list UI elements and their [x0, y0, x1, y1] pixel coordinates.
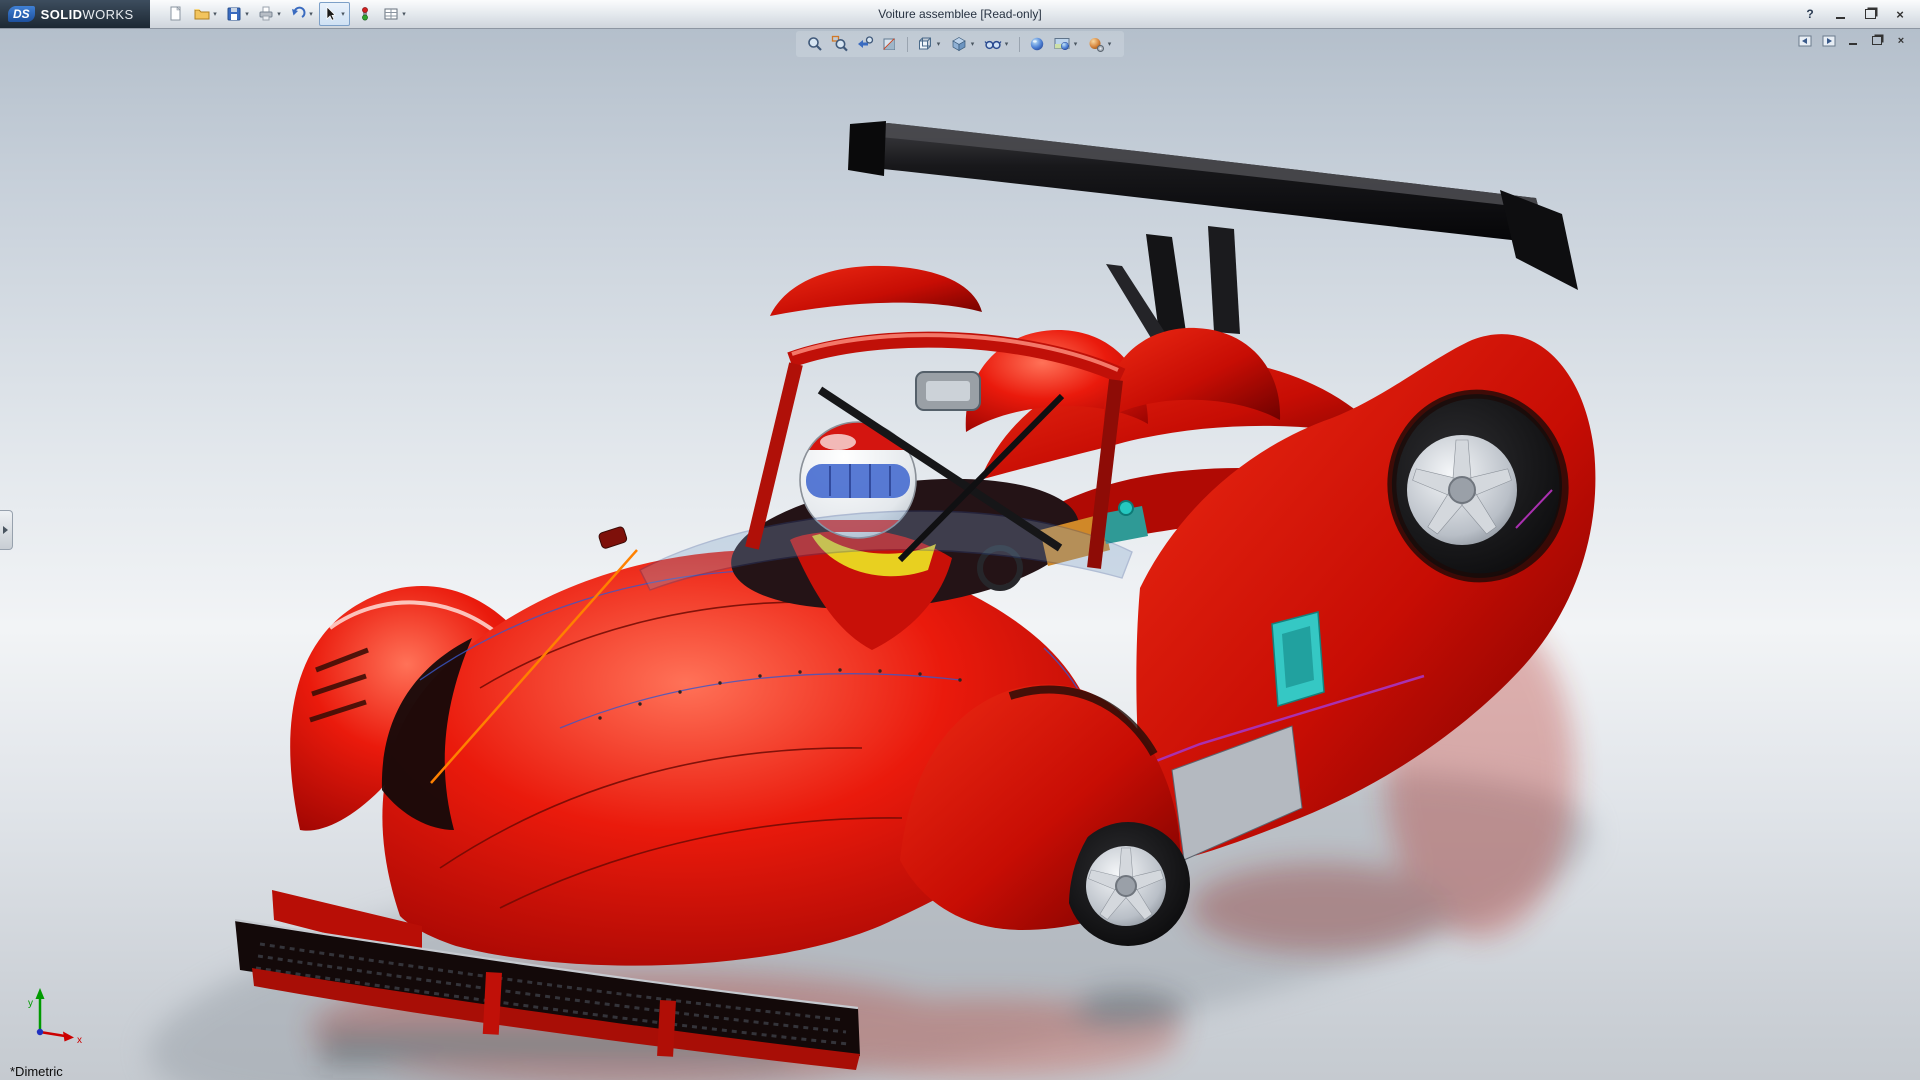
triad-y-label: y [28, 998, 33, 1009]
save-button[interactable]: ▾ [223, 2, 254, 26]
display-style-icon [952, 37, 966, 52]
rebuild-button[interactable] [351, 2, 379, 26]
side-mirror [598, 526, 628, 549]
heads-up-view-toolbar: ▾ ▾ ▾ ▾ ▾ [796, 31, 1124, 57]
triad-x-label: x [77, 1035, 82, 1046]
chevron-down-icon: ▾ [402, 11, 406, 18]
next-window-icon [1822, 35, 1836, 46]
view-orientation-label: *Dimetric [10, 1064, 63, 1079]
solidworks-logo: DS SOLIDWORKS [0, 0, 150, 28]
expand-arrow-icon [3, 526, 12, 534]
options-button[interactable]: ▾ [380, 2, 411, 26]
close-icon: × [1896, 6, 1904, 22]
save-icon [227, 7, 241, 21]
model-scene[interactable]: y x [0, 28, 1920, 1080]
view-settings-icon [1089, 38, 1104, 52]
zoom-to-fit-button[interactable] [803, 33, 827, 55]
select-cursor-icon [326, 6, 336, 21]
close-button[interactable]: × [1888, 5, 1912, 24]
close-icon: × [1897, 34, 1905, 47]
apply-scene-icon [1054, 38, 1070, 51]
window-controls: ? × [1798, 5, 1920, 24]
ds-logo-icon: DS [8, 6, 35, 22]
doc-close-button[interactable]: × [1891, 32, 1911, 49]
undo-button[interactable]: ▾ [287, 2, 318, 26]
section-view-icon [883, 38, 896, 51]
document-window-controls: × [1795, 32, 1911, 49]
new-document-icon [170, 6, 181, 21]
view-orientation-icon [919, 37, 931, 50]
select-button[interactable]: ▾ [318, 2, 350, 26]
rebuild-icon [361, 7, 368, 21]
help-button[interactable]: ? [1798, 5, 1822, 24]
zoom-to-fit-icon [808, 37, 822, 51]
rearview-mirror [915, 371, 981, 411]
zoom-to-area-button[interactable] [828, 33, 852, 55]
chevron-down-icon: ▾ [1107, 41, 1112, 48]
wing-endplate-right [1500, 190, 1578, 290]
chevron-down-icon: ▾ [970, 41, 975, 48]
restore-icon [1864, 9, 1876, 19]
chevron-down-icon: ▾ [277, 11, 281, 18]
title-bar: DS SOLIDWORKS ▾ ▾ ▾ ▾ ▾ ▾ Voiture assemb… [0, 0, 1920, 29]
next-window-button[interactable] [1819, 32, 1839, 49]
brand-name: SOLIDWORKS [40, 6, 134, 22]
previous-view-button[interactable] [853, 33, 877, 55]
chevron-down-icon: ▾ [1004, 41, 1009, 48]
minimize-button[interactable] [1828, 5, 1852, 24]
print-button[interactable]: ▾ [255, 2, 286, 26]
view-settings-button[interactable]: ▾ [1084, 33, 1117, 55]
print-icon [259, 6, 273, 21]
apply-scene-button[interactable]: ▾ [1050, 33, 1083, 55]
toolbar-separator [1019, 36, 1020, 52]
chevron-down-icon: ▾ [936, 41, 941, 48]
doc-minimize-button[interactable] [1843, 32, 1863, 49]
chevron-down-icon: ▾ [245, 11, 249, 18]
hide-show-items-icon [984, 40, 1002, 50]
feature-tree-flyout-tab[interactable] [0, 510, 13, 550]
graphics-area[interactable]: ▾ ▾ ▾ ▾ ▾ × y x *Dimetric [0, 28, 1920, 1080]
toolbar-separator [907, 36, 908, 52]
standard-toolbar: ▾ ▾ ▾ ▾ ▾ ▾ [150, 2, 411, 26]
open-button[interactable]: ▾ [191, 2, 222, 26]
view-orientation-button[interactable]: ▾ [913, 33, 946, 55]
display-style-button[interactable]: ▾ [947, 33, 980, 55]
chevron-down-icon: ▾ [1073, 41, 1078, 48]
doc-restore-button[interactable] [1867, 32, 1887, 49]
previous-window-icon [1798, 35, 1812, 46]
zoom-to-area-icon [831, 35, 848, 52]
open-folder-icon [194, 9, 210, 20]
chevron-down-icon: ▾ [213, 11, 217, 18]
previous-view-icon [858, 36, 874, 48]
minimize-icon [1849, 43, 1857, 45]
hide-show-items-button[interactable]: ▾ [981, 33, 1014, 55]
edit-appearance-button[interactable] [1025, 33, 1049, 55]
undo-icon [291, 6, 306, 18]
options-icon [384, 8, 398, 20]
previous-window-button[interactable] [1795, 32, 1815, 49]
chevron-down-icon: ▾ [309, 11, 313, 18]
section-view-button[interactable] [878, 33, 902, 55]
chevron-down-icon: ▾ [341, 11, 345, 18]
orientation-triad: y x [28, 988, 82, 1046]
wing-endplate-left [848, 121, 886, 176]
restore-icon [1872, 36, 1882, 45]
cowl-fairing [770, 265, 982, 316]
wing-strut [1208, 226, 1240, 334]
sensor-dot [1118, 500, 1134, 516]
minimize-icon [1835, 17, 1845, 19]
restore-button[interactable] [1858, 5, 1882, 24]
new-document-button[interactable] [162, 2, 190, 26]
edit-appearance-icon [1030, 37, 1044, 51]
window-title: Voiture assemblee [Read-only] [878, 7, 1042, 21]
